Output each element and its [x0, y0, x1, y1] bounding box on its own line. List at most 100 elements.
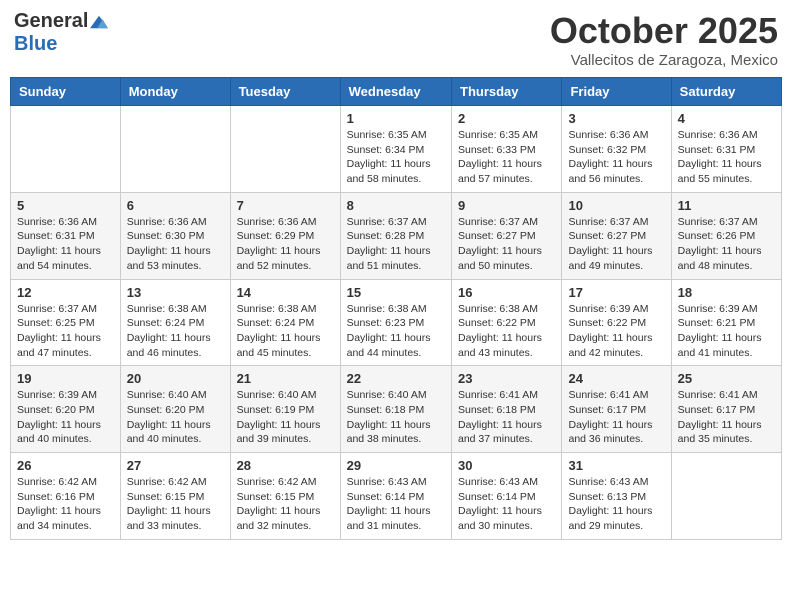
day-info: Sunrise: 6:42 AMSunset: 6:16 PMDaylight:…: [17, 475, 114, 534]
calendar-cell: 18 Sunrise: 6:39 AMSunset: 6:21 PMDayligh…: [671, 279, 781, 366]
calendar-cell: 3Sunrise: 6:36 AMSunset: 6:32 PMDaylight…: [562, 106, 671, 193]
day-number: 30: [458, 458, 555, 473]
day-info: Sunrise: 6:36 AMSunset: 6:31 PMDaylight:…: [678, 128, 775, 187]
day-info: Sunrise: 6:35 AMSunset: 6:33 PMDaylight:…: [458, 128, 555, 187]
calendar-week-3: 12Sunrise: 6:37 AMSunset: 6:25 PMDayligh…: [11, 279, 782, 366]
day-header-thursday: Thursday: [452, 78, 562, 106]
day-info: Sunrise: 6:37 AMSunset: 6:27 PMDaylight:…: [458, 215, 555, 274]
day-info: Sunrise: 6:38 AMSunset: 6:24 PMDaylight:…: [237, 302, 334, 361]
calendar-cell: 2 Sunrise: 6:35 AMSunset: 6:33 PMDaylight…: [452, 106, 562, 193]
day-info: Sunrise: 6:40 AMSunset: 6:18 PMDaylight:…: [347, 388, 445, 447]
title-section: October 2025 Vallecitos de Zaragoza, Mex…: [550, 10, 778, 69]
day-number: 26: [17, 458, 114, 473]
calendar-cell: 24 Sunrise: 6:41 AMSunset: 6:17 PMDayligh…: [562, 366, 671, 453]
calendar-cell: 21 Sunrise: 6:40 AMSunset: 6:19 PMDayligh…: [230, 366, 340, 453]
calendar-week-1: 1Sunrise: 6:35 AMSunset: 6:34 PMDaylight…: [11, 106, 782, 193]
day-number: 31: [568, 458, 664, 473]
calendar-cell: 31 Sunrise: 6:43 AMSunset: 6:13 PMDayligh…: [562, 453, 671, 540]
day-info: Sunrise: 6:39 AMSunset: 6:21 PMDaylight:…: [678, 302, 775, 361]
day-number: 28: [237, 458, 334, 473]
day-number: 19: [17, 371, 114, 386]
calendar-cell: 23Sunrise: 6:41 AMSunset: 6:18 PMDayligh…: [452, 366, 562, 453]
day-info: Sunrise: 6:43 AMSunset: 6:14 PMDaylight:…: [458, 475, 555, 534]
calendar-cell: 11 Sunrise: 6:37 AMSunset: 6:26 PMDayligh…: [671, 192, 781, 279]
calendar-cell: 15 Sunrise: 6:38 AMSunset: 6:23 PMDayligh…: [340, 279, 451, 366]
day-header-monday: Monday: [120, 78, 230, 106]
calendar-cell: 4 Sunrise: 6:36 AMSunset: 6:31 PMDaylight…: [671, 106, 781, 193]
day-number: 20: [127, 371, 224, 386]
calendar-cell: 20 Sunrise: 6:40 AMSunset: 6:20 PMDayligh…: [120, 366, 230, 453]
calendar-cell: 5 Sunrise: 6:36 AMSunset: 6:31 PMDaylight…: [11, 192, 121, 279]
day-number: 18: [678, 285, 775, 300]
day-info: Sunrise: 6:36 AMSunset: 6:29 PMDaylight:…: [237, 215, 334, 274]
calendar-cell: [671, 453, 781, 540]
day-header-wednesday: Wednesday: [340, 78, 451, 106]
calendar-header-row: SundayMondayTuesdayWednesdayThursdayFrid…: [11, 78, 782, 106]
day-info: Sunrise: 6:41 AMSunset: 6:17 PMDaylight:…: [678, 388, 775, 447]
day-info: Sunrise: 6:41 AMSunset: 6:17 PMDaylight:…: [568, 388, 664, 447]
day-number: 23: [458, 371, 555, 386]
day-info: Sunrise: 6:38 AMSunset: 6:23 PMDaylight:…: [347, 302, 445, 361]
logo: General Blue: [14, 10, 108, 56]
day-info: Sunrise: 6:35 AMSunset: 6:34 PMDaylight:…: [347, 128, 445, 187]
calendar-cell: 30 Sunrise: 6:43 AMSunset: 6:14 PMDayligh…: [452, 453, 562, 540]
day-header-friday: Friday: [562, 78, 671, 106]
day-number: 8: [347, 198, 445, 213]
calendar-cell: 10 Sunrise: 6:37 AMSunset: 6:27 PMDayligh…: [562, 192, 671, 279]
calendar-cell: 28 Sunrise: 6:42 AMSunset: 6:15 PMDayligh…: [230, 453, 340, 540]
location-subtitle: Vallecitos de Zaragoza, Mexico: [550, 52, 778, 69]
calendar-cell: 25 Sunrise: 6:41 AMSunset: 6:17 PMDayligh…: [671, 366, 781, 453]
day-info: Sunrise: 6:36 AMSunset: 6:31 PMDaylight:…: [17, 215, 114, 274]
day-info: Sunrise: 6:36 AMSunset: 6:32 PMDaylight:…: [568, 128, 664, 187]
day-number: 2: [458, 111, 555, 126]
month-title: October 2025: [550, 10, 778, 52]
day-number: 24: [568, 371, 664, 386]
day-header-tuesday: Tuesday: [230, 78, 340, 106]
day-number: 10: [568, 198, 664, 213]
day-info: Sunrise: 6:39 AMSunset: 6:22 PMDaylight:…: [568, 302, 664, 361]
day-info: Sunrise: 6:40 AMSunset: 6:20 PMDaylight:…: [127, 388, 224, 447]
day-info: Sunrise: 6:37 AMSunset: 6:28 PMDaylight:…: [347, 215, 445, 274]
logo-blue: Blue: [14, 33, 57, 56]
calendar-cell: 19Sunrise: 6:39 AMSunset: 6:20 PMDayligh…: [11, 366, 121, 453]
day-number: 5: [17, 198, 114, 213]
day-number: 7: [237, 198, 334, 213]
day-number: 21: [237, 371, 334, 386]
day-info: Sunrise: 6:43 AMSunset: 6:14 PMDaylight:…: [347, 475, 445, 534]
day-info: Sunrise: 6:42 AMSunset: 6:15 PMDaylight:…: [127, 475, 224, 534]
calendar-cell: 6Sunrise: 6:36 AMSunset: 6:30 PMDaylight…: [120, 192, 230, 279]
day-header-sunday: Sunday: [11, 78, 121, 106]
day-number: 16: [458, 285, 555, 300]
calendar-body: 1Sunrise: 6:35 AMSunset: 6:34 PMDaylight…: [11, 106, 782, 540]
calendar-week-5: 26 Sunrise: 6:42 AMSunset: 6:16 PMDayligh…: [11, 453, 782, 540]
calendar-cell: 9 Sunrise: 6:37 AMSunset: 6:27 PMDaylight…: [452, 192, 562, 279]
day-number: 9: [458, 198, 555, 213]
day-info: Sunrise: 6:37 AMSunset: 6:26 PMDaylight:…: [678, 215, 775, 274]
calendar-cell: 22 Sunrise: 6:40 AMSunset: 6:18 PMDayligh…: [340, 366, 451, 453]
day-number: 14: [237, 285, 334, 300]
page-header: General Blue October 2025 Vallecitos de …: [10, 10, 782, 69]
day-info: Sunrise: 6:37 AMSunset: 6:27 PMDaylight:…: [568, 215, 664, 274]
calendar-cell: 16 Sunrise: 6:38 AMSunset: 6:22 PMDayligh…: [452, 279, 562, 366]
day-info: Sunrise: 6:36 AMSunset: 6:30 PMDaylight:…: [127, 215, 224, 274]
day-info: Sunrise: 6:42 AMSunset: 6:15 PMDaylight:…: [237, 475, 334, 534]
day-number: 13: [127, 285, 224, 300]
calendar-cell: [230, 106, 340, 193]
calendar-cell: 17 Sunrise: 6:39 AMSunset: 6:22 PMDayligh…: [562, 279, 671, 366]
day-number: 4: [678, 111, 775, 126]
calendar-cell: 26 Sunrise: 6:42 AMSunset: 6:16 PMDayligh…: [11, 453, 121, 540]
day-number: 12: [17, 285, 114, 300]
day-number: 27: [127, 458, 224, 473]
day-info: Sunrise: 6:40 AMSunset: 6:19 PMDaylight:…: [237, 388, 334, 447]
calendar-cell: 29Sunrise: 6:43 AMSunset: 6:14 PMDayligh…: [340, 453, 451, 540]
day-number: 11: [678, 198, 775, 213]
day-info: Sunrise: 6:38 AMSunset: 6:22 PMDaylight:…: [458, 302, 555, 361]
logo-icon: [90, 15, 108, 29]
day-number: 22: [347, 371, 445, 386]
day-info: Sunrise: 6:43 AMSunset: 6:13 PMDaylight:…: [568, 475, 664, 534]
calendar-cell: 27 Sunrise: 6:42 AMSunset: 6:15 PMDayligh…: [120, 453, 230, 540]
day-number: 15: [347, 285, 445, 300]
calendar-cell: 7 Sunrise: 6:36 AMSunset: 6:29 PMDaylight…: [230, 192, 340, 279]
day-number: 17: [568, 285, 664, 300]
day-number: 25: [678, 371, 775, 386]
